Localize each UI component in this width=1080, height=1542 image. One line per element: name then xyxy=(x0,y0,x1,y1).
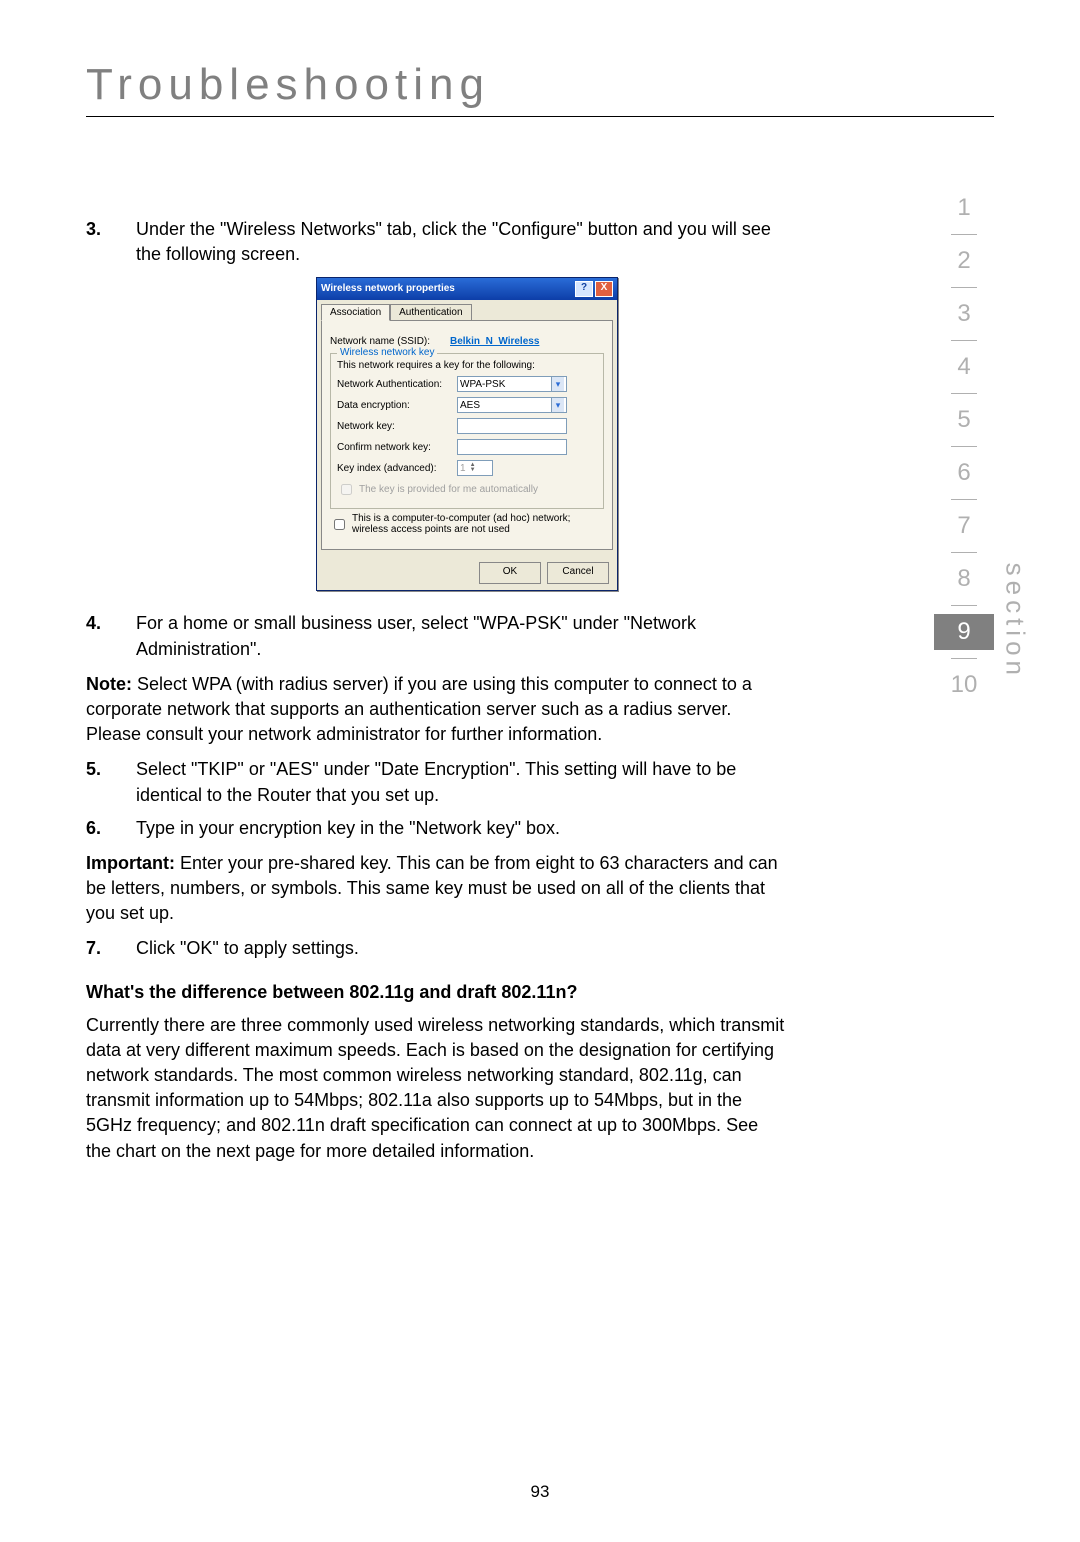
tab-association[interactable]: Association xyxy=(321,304,390,321)
dialog-titlebar: Wireless network properties ? X xyxy=(317,278,617,300)
tab-authentication[interactable]: Authentication xyxy=(390,304,471,321)
nav-2[interactable]: 2 xyxy=(934,243,994,279)
nav-8[interactable]: 8 xyxy=(934,561,994,597)
nav-sep xyxy=(951,234,977,235)
step-text: Select "TKIP" or "AES" under "Date Encry… xyxy=(136,757,786,807)
encryption-label: Data encryption: xyxy=(337,400,457,411)
step-3: 3. Under the "Wireless Networks" tab, cl… xyxy=(86,217,786,267)
dialog-title: Wireless network properties xyxy=(321,278,455,300)
nav-3[interactable]: 3 xyxy=(934,296,994,332)
group-legend: Wireless network key xyxy=(337,347,437,358)
subheading: What's the difference between 802.11g an… xyxy=(86,982,786,1003)
section-nav: 1 2 3 4 5 6 7 8 9 10 xyxy=(934,190,994,703)
step-number: 7. xyxy=(86,936,136,961)
note-paragraph: Note: Select WPA (with radius server) if… xyxy=(86,672,786,748)
step-number: 6. xyxy=(86,816,136,841)
important-label: Important: xyxy=(86,853,175,873)
section-label: section xyxy=(999,563,1030,680)
adhoc-label: This is a computer-to-computer (ad hoc) … xyxy=(352,513,604,535)
step-number: 5. xyxy=(86,757,136,807)
key-index-spinner: 1 ▲▼ xyxy=(457,460,493,476)
key-index-label: Key index (advanced): xyxy=(337,463,457,474)
help-icon[interactable]: ? xyxy=(575,281,593,297)
step-text: Under the "Wireless Networks" tab, click… xyxy=(136,217,786,267)
group-desc: This network requires a key for the foll… xyxy=(337,360,597,371)
autokey-label: The key is provided for me automatically xyxy=(359,484,538,495)
step-5: 5. Select "TKIP" or "AES" under "Date En… xyxy=(86,757,786,807)
cancel-button[interactable]: Cancel xyxy=(547,562,609,584)
step-4: 4. For a home or small business user, se… xyxy=(86,611,786,661)
note-text: Select WPA (with radius server) if you a… xyxy=(86,674,752,744)
wireless-key-group: Wireless network key This network requir… xyxy=(330,353,604,509)
encryption-select[interactable]: AES ▾ xyxy=(457,397,567,413)
nav-4[interactable]: 4 xyxy=(934,349,994,385)
nav-6[interactable]: 6 xyxy=(934,455,994,491)
spinner-arrows-icon: ▲▼ xyxy=(470,463,476,473)
nav-7[interactable]: 7 xyxy=(934,508,994,544)
nav-10[interactable]: 10 xyxy=(934,667,994,703)
step-text: For a home or small business user, selec… xyxy=(136,611,786,661)
step-number: 3. xyxy=(86,217,136,267)
chevron-down-icon: ▾ xyxy=(551,398,564,412)
confirm-key-label: Confirm network key: xyxy=(337,442,457,453)
encryption-value: AES xyxy=(460,400,480,411)
note-label: Note: xyxy=(86,674,132,694)
title-divider xyxy=(86,116,994,117)
chevron-down-icon: ▾ xyxy=(551,377,564,391)
network-key-input[interactable] xyxy=(457,418,567,434)
page-title: Troubleshooting xyxy=(86,60,994,110)
body-paragraph: Currently there are three commonly used … xyxy=(86,1013,786,1164)
step-number: 4. xyxy=(86,611,136,661)
key-index-value: 1 xyxy=(460,463,466,474)
confirm-key-input[interactable] xyxy=(457,439,567,455)
ssid-value: Belkin_N_Wireless xyxy=(450,336,539,347)
close-icon[interactable]: X xyxy=(595,281,613,297)
nav-5[interactable]: 5 xyxy=(934,402,994,438)
important-text: Enter your pre-shared key. This can be f… xyxy=(86,853,778,923)
page-number: 93 xyxy=(0,1482,1080,1502)
auth-value: WPA-PSK xyxy=(460,379,505,390)
network-key-label: Network key: xyxy=(337,421,457,432)
wireless-properties-dialog: Wireless network properties ? X Associat… xyxy=(316,277,618,591)
auth-select[interactable]: WPA-PSK ▾ xyxy=(457,376,567,392)
auth-label: Network Authentication: xyxy=(337,379,457,390)
step-text: Type in your encryption key in the "Netw… xyxy=(136,816,786,841)
step-6: 6. Type in your encryption key in the "N… xyxy=(86,816,786,841)
step-text: Click "OK" to apply settings. xyxy=(136,936,786,961)
ssid-label: Network name (SSID): xyxy=(330,336,450,347)
adhoc-checkbox[interactable] xyxy=(334,519,345,530)
nav-9-current[interactable]: 9 xyxy=(934,614,994,650)
ok-button[interactable]: OK xyxy=(479,562,541,584)
nav-1[interactable]: 1 xyxy=(934,190,994,226)
autokey-checkbox xyxy=(341,484,352,495)
step-7: 7. Click "OK" to apply settings. xyxy=(86,936,786,961)
important-paragraph: Important: Enter your pre-shared key. Th… xyxy=(86,851,786,927)
